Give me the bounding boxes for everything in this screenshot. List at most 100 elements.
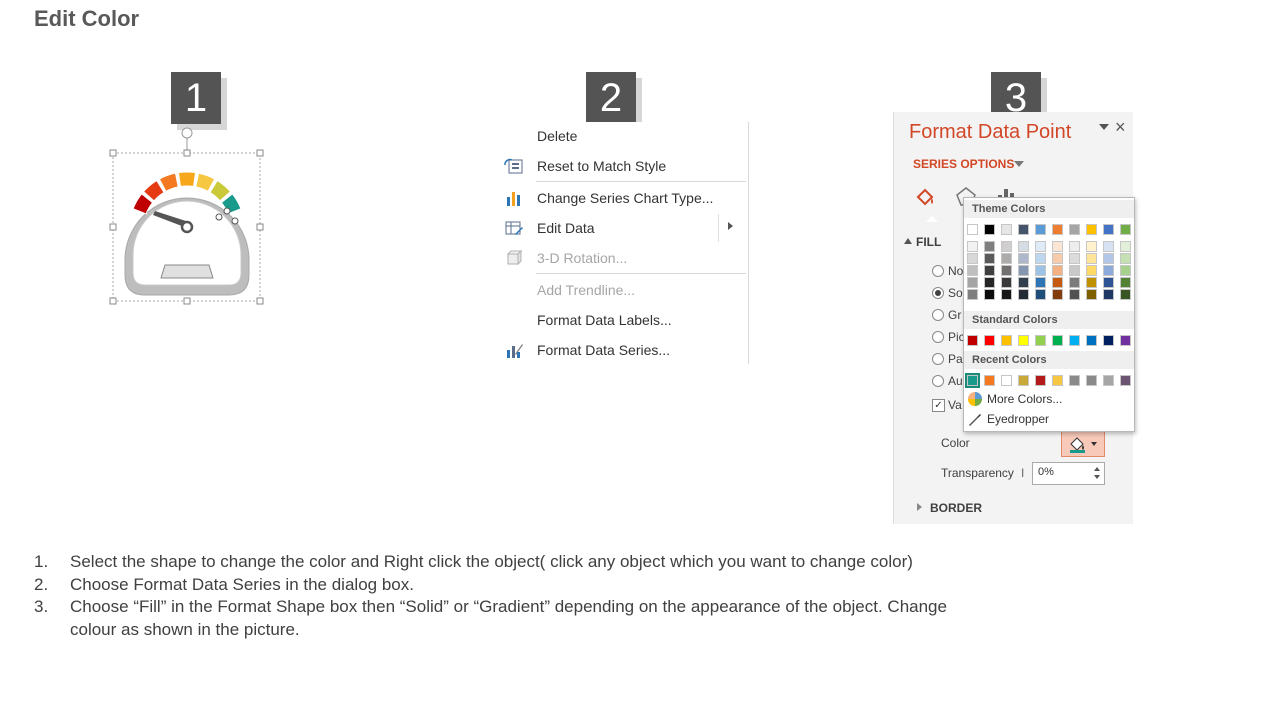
theme-shade-swatch[interactable] [1001, 277, 1012, 288]
theme-shade-swatch[interactable] [1120, 253, 1131, 264]
theme-shade-swatch[interactable] [1018, 265, 1029, 276]
gauge-illustration[interactable] [105, 125, 270, 310]
theme-shade-swatch[interactable] [1120, 265, 1131, 276]
expand-triangle-icon[interactable] [917, 503, 922, 511]
pane-options-dropdown-icon[interactable] [1099, 124, 1109, 130]
recent-color-swatch[interactable] [1103, 375, 1114, 386]
menu-item-edit-data[interactable]: Edit Data [500, 214, 748, 242]
spinner-icon[interactable] [1093, 465, 1101, 481]
theme-shade-swatch[interactable] [1069, 241, 1080, 252]
theme-shade-swatch[interactable] [1018, 241, 1029, 252]
standard-color-swatch[interactable] [1086, 335, 1097, 346]
recent-color-swatch[interactable] [1069, 375, 1080, 386]
standard-color-swatch[interactable] [967, 335, 978, 346]
theme-color-swatch[interactable] [967, 224, 978, 235]
vary-colors-checkbox[interactable]: ✓ [932, 399, 945, 412]
recent-color-swatch[interactable] [1120, 375, 1131, 386]
theme-shade-swatch[interactable] [1018, 289, 1029, 300]
theme-shade-swatch[interactable] [1018, 253, 1029, 264]
theme-shade-swatch[interactable] [1052, 289, 1063, 300]
theme-shade-swatch[interactable] [1052, 253, 1063, 264]
fill-radio-pattern[interactable] [932, 353, 944, 365]
theme-shade-swatch[interactable] [1035, 241, 1046, 252]
recent-color-swatch[interactable] [1001, 375, 1012, 386]
menu-item-format-data-series[interactable]: Format Data Series... [500, 336, 748, 364]
theme-color-swatch[interactable] [1052, 224, 1063, 235]
theme-shade-swatch[interactable] [1086, 241, 1097, 252]
fill-section-header[interactable]: FILL [916, 235, 941, 249]
eyedropper-item[interactable]: Eyedropper [987, 412, 1049, 426]
theme-color-swatch[interactable] [1103, 224, 1114, 235]
menu-item-change-chart-type[interactable]: Change Series Chart Type... [500, 184, 748, 212]
fill-radio-gradient[interactable] [932, 309, 944, 321]
border-section-header[interactable]: BORDER [930, 501, 982, 515]
theme-shade-swatch[interactable] [1103, 265, 1114, 276]
menu-item-add-trendline[interactable]: Add Trendline... [500, 276, 748, 304]
theme-shade-swatch[interactable] [1069, 265, 1080, 276]
collapse-triangle-icon[interactable] [904, 238, 912, 244]
theme-shade-swatch[interactable] [984, 253, 995, 264]
theme-shade-swatch[interactable] [1120, 289, 1131, 300]
menu-item-reset-style[interactable]: Reset to Match Style [500, 152, 748, 180]
series-options-dropdown[interactable]: SERIES OPTIONS [913, 157, 1014, 171]
theme-shade-swatch[interactable] [1001, 241, 1012, 252]
theme-shade-swatch[interactable] [1103, 253, 1114, 264]
theme-shade-swatch[interactable] [984, 265, 995, 276]
theme-shade-swatch[interactable] [984, 241, 995, 252]
standard-color-swatch[interactable] [1001, 335, 1012, 346]
fill-radio-no-fill[interactable] [932, 265, 944, 277]
theme-color-swatch[interactable] [1001, 224, 1012, 235]
theme-shade-swatch[interactable] [967, 253, 978, 264]
theme-shade-swatch[interactable] [1120, 277, 1131, 288]
standard-color-swatch[interactable] [1120, 335, 1131, 346]
theme-shade-swatch[interactable] [984, 277, 995, 288]
recent-color-swatch[interactable] [984, 375, 995, 386]
theme-shade-swatch[interactable] [1086, 277, 1097, 288]
theme-shade-swatch[interactable] [1052, 265, 1063, 276]
standard-color-swatch[interactable] [1103, 335, 1114, 346]
transparency-slider[interactable]: I [1021, 466, 1024, 480]
theme-shade-swatch[interactable] [1052, 241, 1063, 252]
theme-shade-swatch[interactable] [1120, 241, 1131, 252]
theme-shade-swatch[interactable] [1103, 277, 1114, 288]
fill-radio-automatic[interactable] [932, 375, 944, 387]
theme-shade-swatch[interactable] [1103, 289, 1114, 300]
theme-color-swatch[interactable] [1035, 224, 1046, 235]
chevron-down-icon[interactable] [1014, 161, 1024, 167]
theme-color-swatch[interactable] [1018, 224, 1029, 235]
standard-color-swatch[interactable] [1035, 335, 1046, 346]
recent-color-swatch[interactable] [1052, 375, 1063, 386]
theme-shade-swatch[interactable] [1069, 277, 1080, 288]
theme-shade-swatch[interactable] [1035, 277, 1046, 288]
recent-color-swatch[interactable] [1018, 375, 1029, 386]
theme-shade-swatch[interactable] [1001, 289, 1012, 300]
theme-shade-swatch[interactable] [1035, 253, 1046, 264]
theme-shade-swatch[interactable] [1018, 277, 1029, 288]
theme-shade-swatch[interactable] [1069, 289, 1080, 300]
theme-shade-swatch[interactable] [967, 277, 978, 288]
close-icon[interactable]: × [1115, 117, 1126, 138]
recent-color-swatch[interactable] [1086, 375, 1097, 386]
standard-color-swatch[interactable] [984, 335, 995, 346]
theme-color-swatch[interactable] [984, 224, 995, 235]
standard-color-swatch[interactable] [1018, 335, 1029, 346]
theme-shade-swatch[interactable] [1001, 265, 1012, 276]
more-colors-item[interactable]: More Colors... [987, 392, 1062, 406]
recent-color-swatch[interactable] [965, 373, 980, 388]
theme-color-swatch[interactable] [1069, 224, 1080, 235]
menu-item-format-data-labels[interactable]: Format Data Labels... [500, 306, 748, 334]
theme-shade-swatch[interactable] [1086, 265, 1097, 276]
theme-shade-swatch[interactable] [1069, 253, 1080, 264]
recent-color-swatch[interactable] [1035, 375, 1046, 386]
theme-shade-swatch[interactable] [1086, 253, 1097, 264]
theme-shade-swatch[interactable] [1103, 241, 1114, 252]
theme-shade-swatch[interactable] [967, 241, 978, 252]
fill-radio-picture[interactable] [932, 331, 944, 343]
menu-item-delete[interactable]: Delete [500, 122, 748, 150]
theme-shade-swatch[interactable] [967, 289, 978, 300]
theme-shade-swatch[interactable] [1035, 265, 1046, 276]
fill-color-button[interactable] [1061, 430, 1105, 457]
theme-color-swatch[interactable] [1086, 224, 1097, 235]
menu-item-3d-rotation[interactable]: 3-D Rotation... [500, 244, 748, 272]
theme-shade-swatch[interactable] [1086, 289, 1097, 300]
